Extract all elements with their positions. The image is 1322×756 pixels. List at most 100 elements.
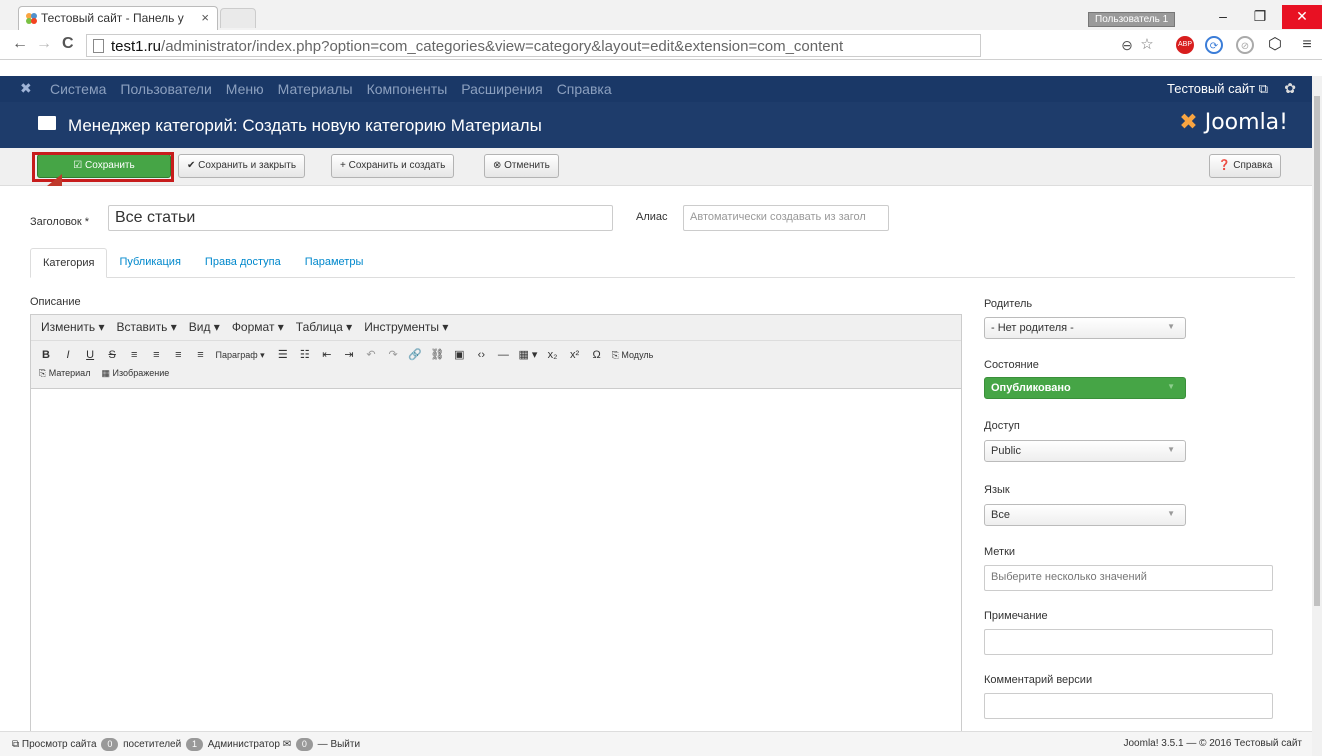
link-icon[interactable]: 🔗 (408, 346, 422, 364)
maximize-button[interactable]: ❐ (1245, 8, 1275, 26)
url-input[interactable]: test1.ru/administrator/index.php?option=… (86, 34, 981, 57)
superscript-icon[interactable]: x² (568, 346, 582, 364)
access-label: Доступ (984, 420, 1020, 432)
indent-icon[interactable]: ⇥ (342, 346, 356, 364)
bullet-list-icon[interactable]: ☰ (276, 346, 290, 364)
mail-icon[interactable]: ✉ (283, 739, 291, 750)
align-right-icon[interactable]: ≡ (171, 346, 185, 364)
cancel-button[interactable]: ⊗ Отменить (484, 154, 559, 178)
tab-publishing[interactable]: Публикация (107, 248, 192, 278)
gear-icon[interactable]: ✿ (1284, 80, 1296, 97)
special-char-icon[interactable]: Ω (590, 346, 604, 364)
profile-chip[interactable]: Пользователь 1 (1088, 12, 1176, 27)
menu-system[interactable]: Система (48, 81, 108, 97)
help-button[interactable]: ❓ Справка (1209, 154, 1282, 178)
underline-icon[interactable]: U (83, 346, 97, 364)
language-select[interactable]: Все ▼ (984, 504, 1186, 526)
menu-content[interactable]: Материалы (276, 81, 355, 97)
subscript-icon[interactable]: x₂ (546, 346, 560, 364)
title-input[interactable]: Все статьи (108, 205, 613, 231)
editor-menu-format[interactable]: Формат ▾ (232, 320, 284, 340)
bold-icon[interactable]: B (39, 346, 53, 364)
tab-title: Тестовый сайт - Панель у (41, 11, 184, 25)
article-icon: ⎘ (39, 368, 47, 378)
page-title: Менеджер категорий: Создать новую катего… (68, 116, 542, 135)
parent-label: Родитель (984, 298, 1033, 310)
form-tabs: Категория Публикация Права доступа Парам… (30, 248, 1295, 278)
joomla-logo-icon: ✖ (1179, 110, 1198, 135)
module-button[interactable]: ⎘ Модуль (612, 346, 654, 364)
format-select[interactable]: Параграф ▾ (216, 346, 265, 364)
view-site-link[interactable]: Просмотр сайта (22, 739, 97, 750)
image-insert-button[interactable]: ▦ Изображение (102, 364, 170, 382)
article-button[interactable]: ⎘ Материал (39, 364, 90, 382)
visitors-badge: 0 (101, 738, 119, 751)
align-justify-icon[interactable]: ≡ (193, 346, 207, 364)
page-gap (0, 60, 1322, 76)
tags-input[interactable]: Выберите несколько значений (984, 565, 1273, 591)
close-window-button[interactable]: ✕ (1282, 5, 1322, 29)
undo-icon[interactable]: ↶ (364, 346, 378, 364)
save-close-button[interactable]: ✔ Сохранить и закрыть (178, 154, 306, 178)
alias-input[interactable]: Автоматически создавать из загол (683, 205, 889, 231)
access-select-value: Public (991, 445, 1021, 457)
parent-select[interactable]: - Нет родителя - ▼ (984, 317, 1186, 339)
scrollbar-thumb[interactable] (1314, 96, 1320, 606)
editor-menu-table[interactable]: Таблица ▾ (296, 320, 352, 340)
menu-components[interactable]: Компоненты (365, 81, 450, 97)
menu-users[interactable]: Пользователи (118, 81, 213, 97)
forward-button[interactable]: → (36, 35, 52, 53)
menu-extensions[interactable]: Расширения (459, 81, 544, 97)
hr-icon[interactable]: — (496, 346, 510, 364)
zoom-icon[interactable]: ⊖ (1118, 36, 1136, 54)
align-center-icon[interactable]: ≡ (149, 346, 163, 364)
numbered-list-icon[interactable]: ☷ (298, 346, 312, 364)
back-button[interactable]: ← (12, 35, 28, 53)
site-link[interactable]: Тестовый сайт ⧉ (1167, 81, 1268, 97)
redo-icon[interactable]: ↷ (386, 346, 400, 364)
editor-menu-insert[interactable]: Вставить ▾ (117, 320, 177, 340)
logout-link[interactable]: — Выйти (318, 739, 360, 750)
minimize-button[interactable]: – (1208, 8, 1238, 26)
editor-menu-view[interactable]: Вид ▾ (189, 320, 220, 340)
outdent-icon[interactable]: ⇤ (320, 346, 334, 364)
italic-icon[interactable]: I (61, 346, 75, 364)
strikethrough-icon[interactable]: S (105, 346, 119, 364)
browser-tab[interactable]: Тестовый сайт - Панель у × (18, 6, 218, 30)
page-header: Менеджер категорий: Создать новую катего… (0, 102, 1312, 148)
action-toolbar: ☑ Сохранить ✔ Сохранить и закрыть + Сохр… (0, 148, 1312, 186)
chevron-down-icon: ▼ (1167, 445, 1175, 454)
new-tab-button[interactable] (220, 8, 256, 28)
tab-options[interactable]: Параметры (293, 248, 376, 278)
image-icon[interactable]: ▣ (452, 346, 466, 364)
reload-button[interactable]: C (62, 35, 74, 53)
page-scrollbar[interactable] (1312, 76, 1322, 756)
align-left-icon[interactable]: ≡ (127, 346, 141, 364)
blocked-extension-icon[interactable]: ⊘ (1236, 36, 1254, 54)
adblock-icon[interactable]: ABP (1176, 36, 1194, 54)
external-link-icon: ⧉ (12, 739, 20, 750)
sync-extension-icon[interactable]: ⟳ (1205, 36, 1223, 54)
editor-menu-edit[interactable]: Изменить ▾ (41, 320, 105, 340)
editor-menu-tools[interactable]: Инструменты ▾ (364, 320, 448, 340)
table-icon[interactable]: ▦ ▾ (518, 346, 537, 364)
tab-permissions[interactable]: Права доступа (193, 248, 293, 278)
code-icon[interactable]: ‹› (474, 346, 488, 364)
menu-help[interactable]: Справка (555, 81, 614, 97)
version-note-input[interactable] (984, 693, 1273, 719)
joomla-menu-icon[interactable]: ✖ (20, 80, 32, 97)
editor-content-area[interactable] (31, 389, 961, 733)
state-select[interactable]: Опубликовано ▼ (984, 377, 1186, 399)
note-input[interactable] (984, 629, 1273, 655)
tab-close-icon[interactable]: × (201, 10, 209, 25)
tab-category[interactable]: Категория (30, 248, 108, 278)
access-select[interactable]: Public ▼ (984, 440, 1186, 462)
save-new-button[interactable]: + Сохранить и создать (331, 154, 455, 178)
cube-extension-icon[interactable]: ⬡ (1266, 36, 1284, 54)
bookmark-star-icon[interactable]: ☆ (1138, 36, 1156, 54)
browser-menu-icon[interactable]: ≡ (1298, 36, 1316, 54)
messages-badge[interactable]: 0 (295, 738, 313, 751)
menu-menus[interactable]: Меню (224, 81, 266, 97)
editor-toolbar: B I U S ≡ ≡ ≡ ≡ Параграф ▾ ☰ ☷ ⇤ ⇥ ↶ ↷ 🔗… (31, 341, 961, 389)
unlink-icon[interactable]: ⛓ (430, 346, 444, 364)
